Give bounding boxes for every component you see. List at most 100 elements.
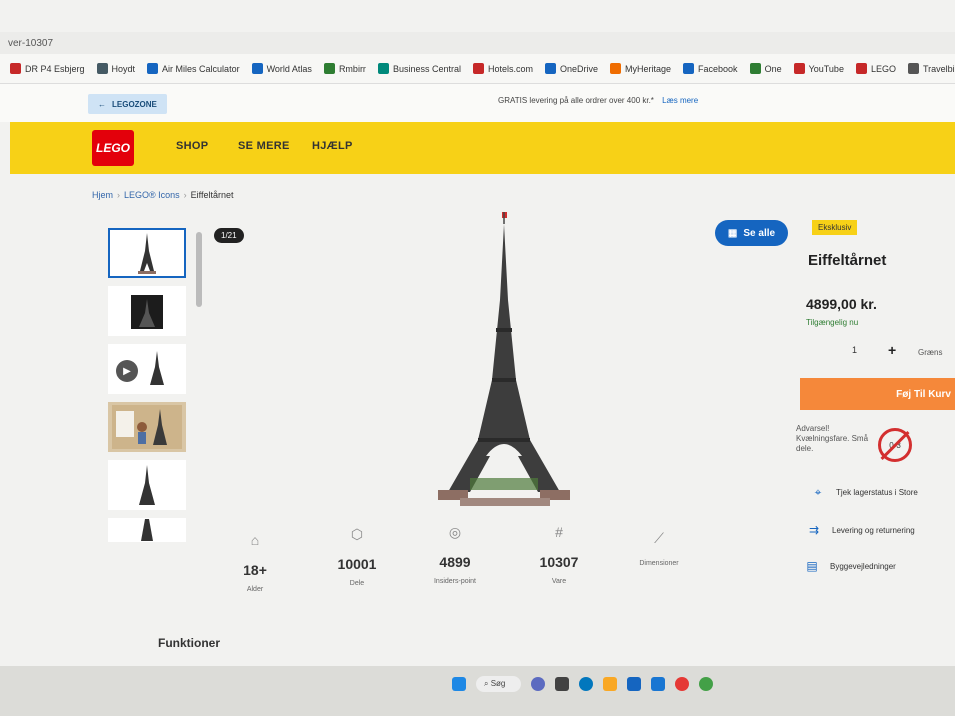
- window-title: ver-10307: [0, 32, 955, 54]
- thumbnail-tower-2[interactable]: [108, 460, 186, 510]
- screen: ver-10307 DR P4 Esbjerg Hoydt Air Miles Ca…: [0, 0, 955, 716]
- bookmark-favicon-icon: [96, 63, 108, 74]
- promo-link[interactable]: Læs mere: [662, 96, 698, 105]
- stat-item: # 10307 Vare: [514, 524, 604, 585]
- stat-dimensions-label: Dimensioner: [639, 560, 679, 567]
- taskbar: ⌕ Søg: [0, 666, 955, 716]
- thumbnail-video[interactable]: ▶: [108, 344, 186, 394]
- legozone-button[interactable]: ← LEGOZONE: [88, 94, 167, 114]
- grid-icon: ▦: [727, 227, 738, 239]
- thumbnail-box[interactable]: [108, 286, 186, 336]
- warning-age: 0-3: [889, 440, 901, 450]
- bookmark-label: Travelbird: [922, 63, 955, 74]
- bookmark-favicon-icon: [610, 63, 622, 74]
- quantity-limit: Græns: [918, 348, 943, 357]
- breadcrumb-current: Eiffeltårnet: [190, 190, 234, 200]
- file-explorer-icon[interactable]: [603, 677, 618, 691]
- bookmark-item[interactable]: MyHeritage: [610, 63, 671, 74]
- see-all-button[interactable]: ▦ Se alle: [715, 220, 788, 246]
- brick-icon: ⬡: [350, 526, 364, 542]
- quantity-plus-button[interactable]: +: [888, 342, 896, 358]
- chrome-icon[interactable]: [675, 677, 690, 691]
- breadcrumb-category[interactable]: LEGO® Icons: [124, 190, 180, 200]
- bookmark-favicon-icon: [472, 63, 484, 74]
- stat-pieces: ⬡ 10001 Dele: [312, 526, 402, 587]
- stat-age-value: 18+: [243, 562, 267, 578]
- store-stock-link[interactable]: ⌖ Tjek lagerstatus i Store: [810, 484, 918, 500]
- instructions-link[interactable]: ▤ Byggevejledninger: [804, 558, 896, 574]
- bookmark-favicon-icon: [323, 63, 335, 74]
- thumbnail-list: ▶: [108, 228, 188, 542]
- bookmark-item[interactable]: Facebook: [683, 63, 738, 74]
- outlook-icon[interactable]: [627, 677, 642, 691]
- thumbnail-tower[interactable]: [108, 228, 186, 278]
- nav-se-mere[interactable]: SE MERE: [238, 140, 290, 152]
- bookmark-item[interactable]: Hoydt: [96, 63, 136, 74]
- edge-icon[interactable]: [579, 677, 594, 691]
- taskbar-items: ⌕ Søg: [452, 676, 714, 692]
- add-to-cart-button[interactable]: Føj Til Kurv: [800, 378, 955, 410]
- bookmark-favicon-icon: [749, 63, 761, 74]
- delivery-label: Levering og returnering: [832, 525, 915, 535]
- windows-start-icon[interactable]: [452, 677, 466, 691]
- bookmark-label: Business Central: [392, 63, 461, 74]
- bookmark-item[interactable]: Hotels.com: [472, 63, 533, 74]
- stat-pieces-label: Dele: [349, 580, 365, 587]
- spotify-icon[interactable]: [699, 677, 714, 691]
- bookmark-label: Hoydt: [111, 63, 136, 74]
- location-pin-icon: ⌖: [814, 484, 822, 499]
- bookmark-label: DR P4 Esbjerg: [25, 63, 85, 74]
- todo-icon[interactable]: [651, 677, 666, 691]
- legozone-label: LEGOZONE: [112, 99, 157, 109]
- product-image[interactable]: [420, 210, 590, 520]
- nav-shop[interactable]: SHOP: [176, 140, 208, 152]
- bookmark-label: Facebook: [698, 63, 738, 74]
- breadcrumb-home[interactable]: Hjem: [92, 190, 113, 200]
- choking-hazard-icon: 0-3: [878, 428, 912, 462]
- image-counter: 1/21: [214, 228, 244, 243]
- bookmark-favicon-icon: [147, 63, 159, 74]
- main-nav: LEGO SHOP SE MERE HJÆLP: [10, 122, 955, 174]
- thumbnail-scrollbar[interactable]: [196, 232, 202, 522]
- bookmark-item[interactable]: Air Miles Calculator: [147, 63, 240, 74]
- bookmark-item[interactable]: OneDrive: [545, 63, 598, 74]
- bookmark-item[interactable]: Rmbirr: [323, 63, 366, 74]
- bookmarks-bar: DR P4 Esbjerg Hoydt Air Miles Calculator Wo…: [0, 54, 955, 84]
- bookmark-item[interactable]: World Atlas: [251, 63, 312, 74]
- thumbnail-room[interactable]: [108, 402, 186, 452]
- search-icon: ⌕: [484, 679, 491, 688]
- delivery-box-icon: ⇉: [808, 523, 820, 537]
- stat-pieces-value: 10001: [337, 556, 377, 572]
- lego-logo[interactable]: LEGO: [92, 130, 134, 166]
- bookmark-item[interactable]: DR P4 Esbjerg: [10, 63, 85, 74]
- exclusive-badge: Eksklusiv: [812, 220, 858, 235]
- bookmark-favicon-icon: [907, 63, 919, 74]
- nav-hjaelp[interactable]: HJÆLP: [312, 140, 353, 152]
- taskbar-search[interactable]: ⌕ Søg: [476, 676, 522, 692]
- stat-insiders-value: 4899: [439, 554, 471, 570]
- thumbnail-detail[interactable]: [108, 518, 186, 542]
- bookmark-label: YouTube: [808, 63, 844, 74]
- stat-item-value: 10307: [539, 554, 579, 570]
- delivery-link[interactable]: ⇉ Levering og returnering: [806, 522, 915, 538]
- bookmark-label: Air Miles Calculator: [162, 63, 240, 74]
- choking-warning: Advarsel! Kvælningsfare. Små dele.: [796, 424, 869, 453]
- bookmark-item[interactable]: One: [749, 63, 782, 74]
- breadcrumb-separator: ›: [183, 190, 187, 200]
- bookmark-item[interactable]: Business Central: [377, 63, 461, 74]
- cake-icon: ⌂: [250, 532, 260, 548]
- bookmark-item[interactable]: YouTube: [793, 63, 844, 74]
- document-icon: ▤: [806, 559, 818, 573]
- bookmark-item[interactable]: LEGO: [855, 63, 896, 74]
- bookmark-label: OneDrive: [560, 63, 599, 74]
- dimensions-icon: ⟋: [654, 530, 664, 546]
- bookmark-favicon-icon: [683, 63, 695, 74]
- scrollbar-thumb[interactable]: [196, 232, 202, 307]
- quantity-value[interactable]: 1: [852, 345, 857, 355]
- arrow-left-icon: ←: [98, 99, 106, 109]
- task-view-icon[interactable]: [555, 677, 570, 691]
- stat-age: ⌂ 18+ Alder: [210, 532, 300, 593]
- bookmark-label: Rmbirr: [338, 63, 366, 74]
- copilot-icon[interactable]: [531, 677, 546, 691]
- bookmark-item[interactable]: Travelbird: [907, 63, 955, 74]
